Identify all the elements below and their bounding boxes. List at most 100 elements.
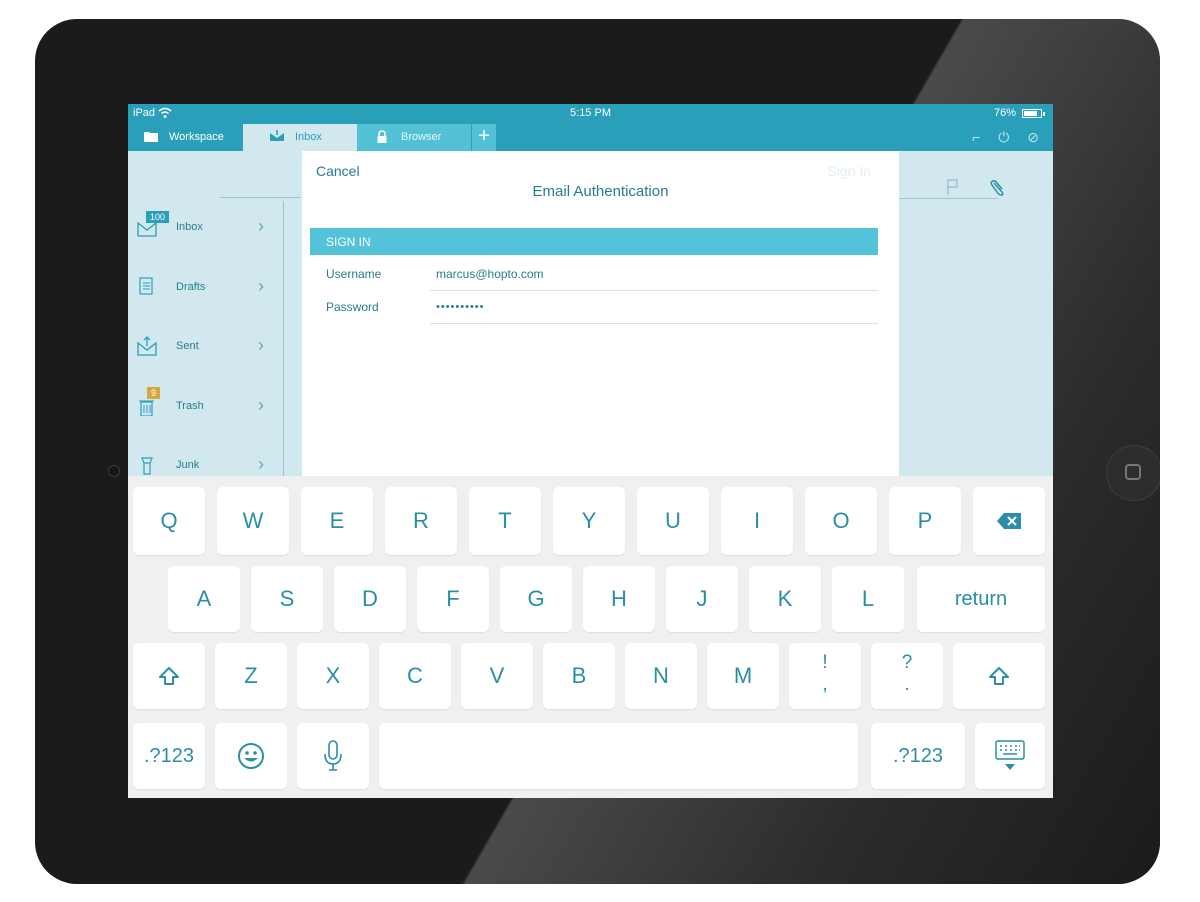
section-label: SIGN IN xyxy=(326,235,371,249)
key-bottom-char: , xyxy=(822,674,828,695)
junk-icon xyxy=(141,457,153,475)
timer-icon[interactable]: ⊘ xyxy=(1027,129,1039,145)
key-b[interactable]: B xyxy=(543,643,615,709)
key-z[interactable]: Z xyxy=(215,643,287,709)
key-f[interactable]: F xyxy=(417,566,489,632)
camera xyxy=(108,465,120,477)
key-m[interactable]: M xyxy=(707,643,779,709)
lock-icon xyxy=(377,130,387,143)
key-d[interactable]: D xyxy=(334,566,406,632)
home-button[interactable] xyxy=(1106,445,1160,501)
space-bar[interactable] xyxy=(379,723,858,789)
key-w[interactable]: W xyxy=(217,487,289,555)
key-t[interactable]: T xyxy=(469,487,541,555)
cancel-button[interactable]: Cancel xyxy=(316,163,360,179)
chevron-right-icon: › xyxy=(258,454,264,474)
key-y[interactable]: Y xyxy=(553,487,625,555)
sidebar-item-label: Trash xyxy=(176,400,204,412)
paperclip-icon[interactable] xyxy=(990,179,1006,197)
tab-browser[interactable]: Browser xyxy=(357,124,471,151)
trash-badge: 9 xyxy=(147,387,161,399)
signal-icon[interactable]: ⌐ xyxy=(972,129,980,145)
battery-tip xyxy=(1043,112,1045,116)
section-header: SIGN IN xyxy=(310,228,878,255)
username-field[interactable]: marcus@hopto.com xyxy=(436,267,544,281)
plus-icon: + xyxy=(478,125,490,147)
sidebar-item-label: Inbox xyxy=(176,221,203,233)
battery-level xyxy=(1024,111,1037,116)
sidebar-item-drafts[interactable]: Drafts › xyxy=(128,261,278,319)
key-bottom-char: . xyxy=(904,674,910,695)
numbers-key-right[interactable]: .?123 xyxy=(871,723,965,789)
screen: iPad 5:15 PM 76% Workspace Inbox Browser… xyxy=(128,104,1053,798)
key-u[interactable]: U xyxy=(637,487,709,555)
numbers-key-left[interactable]: .?123 xyxy=(133,723,205,789)
toolbar-icons: ⌐ ⏻ ⊘ xyxy=(958,129,1039,146)
sidebar-item-trash[interactable]: 9 Trash › xyxy=(128,380,278,438)
backspace-key[interactable] xyxy=(973,487,1045,555)
sidebar-item-sent[interactable]: Sent › xyxy=(128,320,278,378)
sidebar-item-label: Sent xyxy=(176,340,199,352)
on-screen-keyboard: Q W E R T Y U I O P A S D F G H J K L re… xyxy=(128,476,1053,798)
tab-inbox[interactable]: Inbox xyxy=(243,124,357,151)
key-k[interactable]: K xyxy=(749,566,821,632)
tab-label: Browser xyxy=(401,131,442,143)
flag-icon[interactable] xyxy=(946,179,960,195)
key-a[interactable]: A xyxy=(168,566,240,632)
tab-bar: Workspace Inbox Browser + ⌐ ⏻ ⊘ xyxy=(128,124,1053,151)
emoji-icon xyxy=(238,743,264,769)
key-s[interactable]: S xyxy=(251,566,323,632)
drafts-icon xyxy=(139,277,153,295)
divider xyxy=(283,201,284,521)
sidebar-item-label: Drafts xyxy=(176,281,206,293)
key-o[interactable]: O xyxy=(805,487,877,555)
key-v[interactable]: V xyxy=(461,643,533,709)
microphone-key[interactable] xyxy=(297,723,369,789)
trash-icon xyxy=(139,400,154,416)
shift-key-right[interactable] xyxy=(953,643,1045,709)
key-c[interactable]: C xyxy=(379,643,451,709)
sign-in-button[interactable]: Sign In xyxy=(827,163,871,179)
inbox-icon xyxy=(270,130,284,141)
emoji-key[interactable] xyxy=(215,723,287,789)
auth-modal: Cancel Sign In Email Authentication SIGN… xyxy=(302,151,899,481)
divider xyxy=(220,197,300,198)
chevron-right-icon: › xyxy=(258,216,264,236)
username-label: Username xyxy=(326,267,382,281)
chevron-right-icon: › xyxy=(258,276,264,296)
power-icon[interactable]: ⏻ xyxy=(998,129,1009,145)
key-g[interactable]: G xyxy=(500,566,572,632)
password-label: Password xyxy=(326,300,379,314)
key-h[interactable]: H xyxy=(583,566,655,632)
key-top-char: ! xyxy=(822,652,828,673)
microphone-icon xyxy=(324,740,342,771)
key-i[interactable]: I xyxy=(721,487,793,555)
key-question-period[interactable]: ? . xyxy=(871,643,943,709)
key-r[interactable]: R xyxy=(385,487,457,555)
key-p[interactable]: P xyxy=(889,487,961,555)
backspace-icon xyxy=(997,513,1021,529)
status-time: 5:15 PM xyxy=(570,107,611,119)
key-q[interactable]: Q xyxy=(133,487,205,555)
key-x[interactable]: X xyxy=(297,643,369,709)
modal-title: Email Authentication xyxy=(532,183,669,200)
tab-label: Inbox xyxy=(295,131,322,143)
key-l[interactable]: L xyxy=(832,566,904,632)
return-key[interactable]: return xyxy=(917,566,1045,632)
sidebar-item-inbox[interactable]: 100 Inbox › xyxy=(128,201,278,259)
key-exclaim-comma[interactable]: ! , xyxy=(789,643,861,709)
password-field[interactable]: •••••••••• xyxy=(436,301,485,313)
shift-key-left[interactable] xyxy=(133,643,205,709)
add-tab-button[interactable]: + xyxy=(471,124,496,151)
shift-icon xyxy=(159,667,179,685)
divider xyxy=(430,290,878,291)
tab-workspace[interactable]: Workspace xyxy=(128,124,243,151)
tab-label: Workspace xyxy=(169,131,224,143)
key-top-char: ? xyxy=(901,652,913,673)
key-n[interactable]: N xyxy=(625,643,697,709)
key-j[interactable]: J xyxy=(666,566,738,632)
status-bar: iPad 5:15 PM 76% xyxy=(128,104,1053,124)
key-e[interactable]: E xyxy=(301,487,373,555)
sidebar-item-label: Junk xyxy=(176,459,200,471)
hide-keyboard-key[interactable] xyxy=(975,723,1045,789)
